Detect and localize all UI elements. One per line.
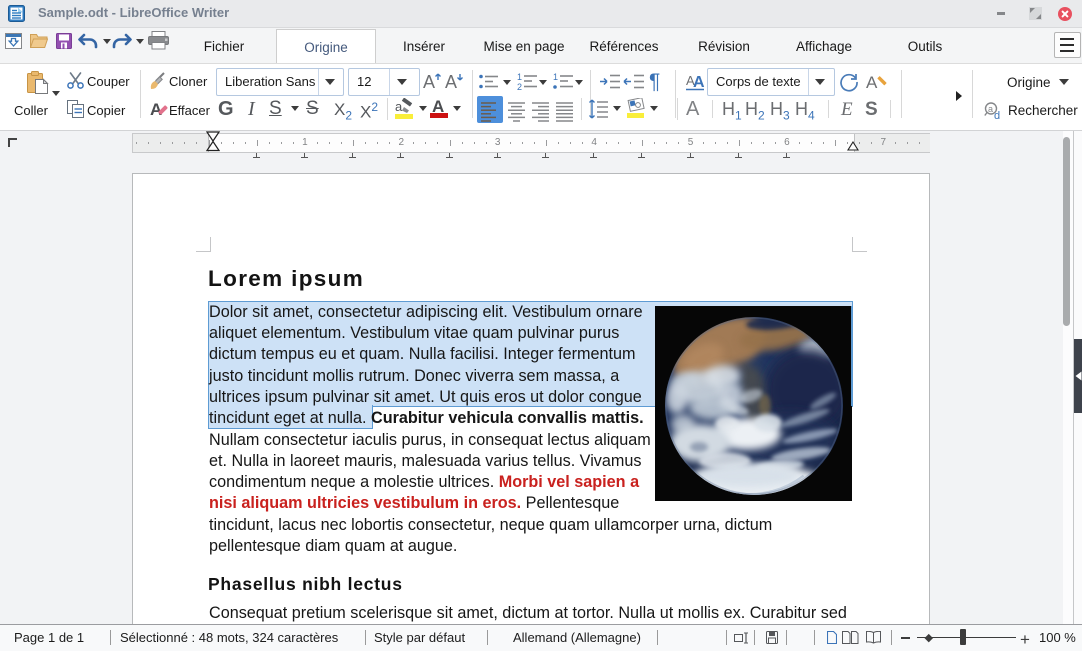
svg-text:a: a bbox=[988, 104, 993, 114]
svg-text:a: a bbox=[395, 99, 403, 114]
svg-text:A: A bbox=[445, 72, 457, 90]
svg-text:d: d bbox=[994, 110, 1000, 121]
svg-text:A: A bbox=[693, 74, 705, 91]
svg-text:1: 1 bbox=[517, 72, 522, 82]
svg-text:A: A bbox=[150, 100, 162, 119]
svg-text:2: 2 bbox=[517, 82, 522, 91]
svg-text:1: 1 bbox=[553, 72, 558, 82]
svg-text:A: A bbox=[866, 73, 878, 92]
svg-text:A: A bbox=[423, 72, 435, 90]
